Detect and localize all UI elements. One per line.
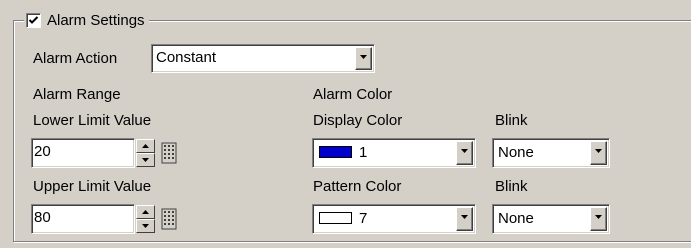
blink-label-pattern: Blink <box>495 178 528 195</box>
lower-limit-down-button[interactable] <box>136 153 155 167</box>
lower-limit-up-button[interactable] <box>136 139 155 153</box>
pattern-color-value: 7 <box>359 210 368 227</box>
upper-limit-keypad-button[interactable] <box>160 208 178 230</box>
alarm-settings-panel: Alarm Settings Alarm Action Constant Ala… <box>0 0 691 248</box>
keypad-icon <box>161 208 177 230</box>
upper-limit-input[interactable]: 80 <box>31 204 135 234</box>
alarm-color-heading: Alarm Color <box>313 86 393 103</box>
display-color-label: Display Color <box>313 112 403 129</box>
alarm-action-select[interactable]: Constant <box>151 44 375 73</box>
keypad-icon <box>161 142 177 164</box>
alarm-action-label: Alarm Action <box>33 50 118 67</box>
chevron-down-icon <box>595 215 602 219</box>
chevron-down-icon <box>461 215 468 219</box>
upper-limit-value: 80 <box>34 209 51 226</box>
blink-value-display: None <box>498 144 534 161</box>
pattern-color-label: Pattern Color <box>313 178 402 195</box>
upper-limit-up-button[interactable] <box>136 205 155 219</box>
lower-limit-spinner[interactable] <box>136 139 155 167</box>
upper-limit-spinner[interactable] <box>136 205 155 233</box>
lower-limit-label: Lower Limit Value <box>33 112 152 129</box>
blink-select-pattern[interactable]: None <box>492 204 610 234</box>
blink-select-display[interactable]: None <box>492 138 610 168</box>
alarm-action-value: Constant <box>156 49 217 66</box>
display-color-value: 1 <box>359 144 368 161</box>
alarm-settings-checkbox[interactable] <box>26 12 41 28</box>
lower-limit-value: 20 <box>34 143 51 160</box>
blink-label-display: Blink <box>495 112 528 129</box>
alarm-action-dropdown-button[interactable] <box>355 47 372 70</box>
blink-display-dropdown-button[interactable] <box>590 141 607 165</box>
display-color-dropdown-button[interactable] <box>456 141 473 165</box>
alarm-settings-legend[interactable]: Alarm Settings <box>24 10 149 30</box>
chevron-down-icon <box>461 149 468 153</box>
display-color-select[interactable]: 1 <box>312 138 476 168</box>
arrow-up-icon <box>142 210 149 214</box>
chevron-down-icon <box>360 55 367 59</box>
upper-limit-label: Upper Limit Value <box>33 178 152 195</box>
display-color-swatch <box>319 146 352 158</box>
pattern-color-swatch <box>319 212 352 224</box>
arrow-down-icon <box>142 224 149 228</box>
alarm-range-heading: Alarm Range <box>33 86 121 103</box>
upper-limit-down-button[interactable] <box>136 219 155 233</box>
blink-pattern-dropdown-button[interactable] <box>590 207 607 231</box>
lower-limit-keypad-button[interactable] <box>160 142 178 164</box>
alarm-settings-title: Alarm Settings <box>47 11 145 29</box>
arrow-down-icon <box>142 158 149 162</box>
lower-limit-input[interactable]: 20 <box>31 138 135 168</box>
pattern-color-select[interactable]: 7 <box>312 204 476 234</box>
checkmark-icon <box>28 15 39 24</box>
chevron-down-icon <box>595 149 602 153</box>
arrow-up-icon <box>142 144 149 148</box>
pattern-color-dropdown-button[interactable] <box>456 207 473 231</box>
blink-value-pattern: None <box>498 210 534 227</box>
